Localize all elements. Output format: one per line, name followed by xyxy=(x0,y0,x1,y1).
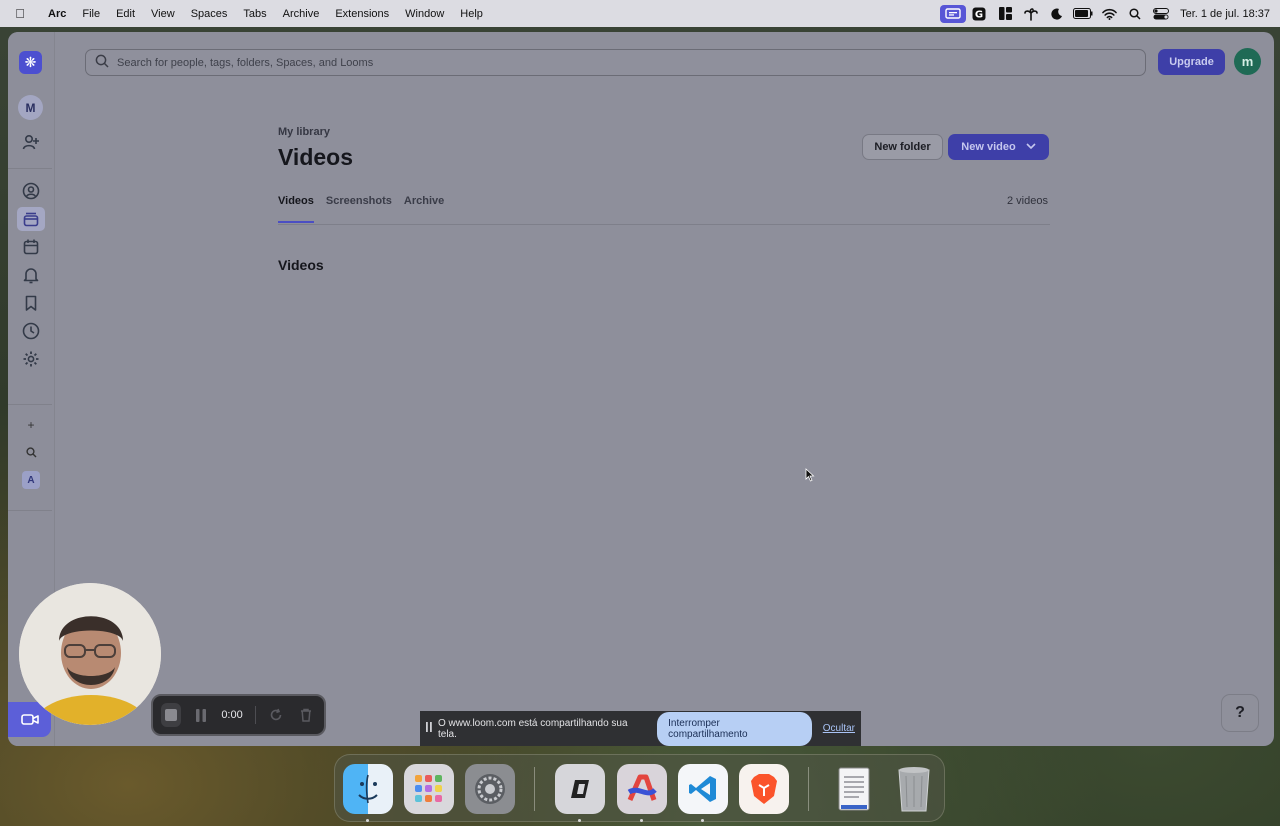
menu-view[interactable]: View xyxy=(143,8,183,20)
stop-sharing-button[interactable]: Interromper compartilhamento xyxy=(657,711,812,746)
menu-spaces[interactable]: Spaces xyxy=(183,8,236,20)
stop-recording-icon[interactable] xyxy=(161,703,182,727)
history-clock-icon[interactable] xyxy=(17,319,45,343)
recording-controls: 0:00 xyxy=(151,694,326,736)
calendar-icon[interactable] xyxy=(17,235,45,259)
drag-handle-icon[interactable] xyxy=(426,722,432,735)
brave-icon[interactable] xyxy=(739,764,789,814)
video-count: 2 videos xyxy=(1007,195,1048,207)
restart-recording-icon[interactable] xyxy=(266,703,286,727)
recorder-divider xyxy=(254,706,256,724)
share-message: O www.loom.com está compartilhando sua t… xyxy=(438,717,628,740)
control-center-icon[interactable] xyxy=(1148,5,1174,23)
help-button[interactable]: ? xyxy=(1221,694,1259,732)
mouse-cursor-icon xyxy=(805,468,815,482)
parallels-icon[interactable] xyxy=(555,764,605,814)
loom-app: ❋ M + A Search for people, tags, folders… xyxy=(8,32,1274,746)
bookmark-icon[interactable] xyxy=(17,291,45,315)
tab-archive[interactable]: Archive xyxy=(404,195,444,223)
tab-screenshots[interactable]: Screenshots xyxy=(326,195,392,223)
menu-archive[interactable]: Archive xyxy=(275,8,328,20)
video-camera-icon xyxy=(20,714,39,725)
loom-logo-icon[interactable]: ❋ xyxy=(19,51,42,74)
vscode-icon[interactable] xyxy=(678,764,728,814)
chevron-down-icon xyxy=(1026,141,1036,153)
search-input[interactable] xyxy=(117,56,1017,69)
menu-extensions[interactable]: Extensions xyxy=(327,8,397,20)
browser-window: ❋ M + A Search for people, tags, folders… xyxy=(8,32,1274,746)
page-title: Videos xyxy=(278,144,353,170)
document-icon[interactable] xyxy=(829,764,879,814)
notifications-bell-icon[interactable] xyxy=(17,263,45,287)
battery-icon[interactable] xyxy=(1070,5,1096,23)
menu-window[interactable]: Window xyxy=(397,8,452,20)
workspace-a-badge[interactable]: A xyxy=(22,471,40,489)
finder-icon[interactable] xyxy=(343,764,393,814)
tabs-divider xyxy=(278,224,1050,225)
breadcrumb[interactable]: My library xyxy=(278,126,330,138)
status-area: G Ter. 1 de jul. 18:37 xyxy=(940,4,1280,23)
apple-menu-icon[interactable]:  xyxy=(0,6,40,21)
spotlight-search-icon[interactable] xyxy=(1122,5,1148,23)
search-icon xyxy=(95,54,109,71)
system-settings-icon[interactable] xyxy=(465,764,515,814)
trash-icon[interactable] xyxy=(889,764,939,814)
pause-recording-icon[interactable] xyxy=(191,703,211,727)
hide-banner-link[interactable]: Ocultar xyxy=(823,723,855,734)
invite-user-icon[interactable] xyxy=(17,130,45,154)
svg-text:G: G xyxy=(975,9,983,20)
menu-tabs[interactable]: Tabs xyxy=(235,8,274,20)
arc-icon[interactable] xyxy=(617,764,667,814)
library-icon[interactable] xyxy=(17,207,45,231)
menubar-clock[interactable]: Ter. 1 de jul. 18:37 xyxy=(1174,8,1270,20)
section-heading: Videos xyxy=(278,257,324,273)
recording-timer: 0:00 xyxy=(221,709,243,721)
new-video-label: New video xyxy=(961,141,1016,153)
add-plus-icon[interactable]: + xyxy=(22,416,40,434)
sidebar-search-icon[interactable] xyxy=(22,443,40,461)
settings-gear-icon[interactable] xyxy=(17,347,45,371)
global-search[interactable] xyxy=(85,49,1146,76)
screen-share-status-icon[interactable] xyxy=(940,4,967,23)
screen-share-banner: O www.loom.com está compartilhando sua t… xyxy=(420,711,861,746)
new-video-button[interactable]: New video xyxy=(948,134,1049,160)
library-tabs: Videos Screenshots Archive xyxy=(278,195,444,223)
tab-videos[interactable]: Videos xyxy=(278,195,314,223)
do-not-disturb-moon-icon[interactable] xyxy=(1044,5,1070,23)
delete-recording-icon[interactable] xyxy=(296,703,316,727)
window-layout-icon[interactable] xyxy=(992,5,1018,23)
profile-icon[interactable] xyxy=(17,179,45,203)
macos-dock xyxy=(334,754,945,822)
palm-tree-icon[interactable] xyxy=(1018,5,1044,23)
menu-help[interactable]: Help xyxy=(452,8,491,20)
menu-file[interactable]: File xyxy=(74,8,108,20)
webcam-person-image xyxy=(19,583,161,725)
grammarly-icon[interactable]: G xyxy=(966,5,992,23)
user-avatar[interactable]: m xyxy=(1234,48,1261,75)
wifi-icon[interactable] xyxy=(1096,5,1122,23)
menu-edit[interactable]: Edit xyxy=(108,8,143,20)
workspace-avatar[interactable]: M xyxy=(18,95,43,120)
upgrade-button[interactable]: Upgrade xyxy=(1158,49,1225,75)
launchpad-icon[interactable] xyxy=(404,764,454,814)
menu-bar:  Arc File Edit View Spaces Tabs Archive… xyxy=(0,0,1280,27)
new-folder-button[interactable]: New folder xyxy=(862,134,943,160)
menu-app-name[interactable]: Arc xyxy=(40,8,74,20)
webcam-bubble[interactable] xyxy=(19,583,161,725)
